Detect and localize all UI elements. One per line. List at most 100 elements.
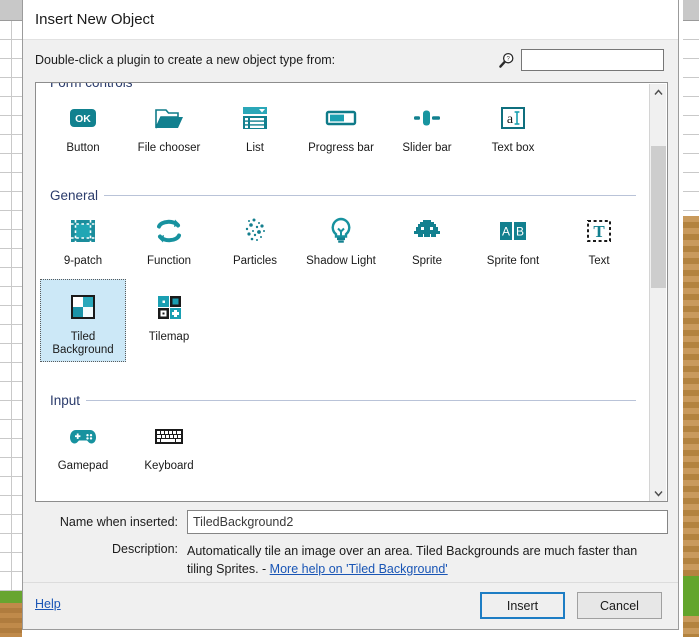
plugin-label: Button <box>66 142 100 154</box>
tilemap-icon <box>152 286 186 328</box>
plugin-item-sprite-font[interactable]: A B Sprite font <box>470 203 556 273</box>
list-dropdown-icon <box>238 97 272 139</box>
plugin-list-panel[interactable]: Form controls OK Button File chooser Lis… <box>35 82 668 502</box>
text-t-icon: T <box>582 210 616 252</box>
nine-patch-icon <box>66 210 100 252</box>
group-header-general: General <box>36 188 648 203</box>
plugin-label: Sprite <box>411 255 443 267</box>
plugin-label: 9-patch <box>63 255 103 267</box>
svg-text:A: A <box>502 225 510 239</box>
svg-text:T: T <box>593 222 605 241</box>
search-area: ? <box>498 49 664 71</box>
group-header-form-controls: Form controls <box>36 82 648 90</box>
plugin-label: Shadow Light <box>306 255 376 267</box>
group-form-controls: Form controls OK Button File chooser Lis… <box>36 82 648 160</box>
name-when-inserted-label: Name when inserted: <box>59 515 178 529</box>
plugin-label: Keyboard <box>144 460 194 472</box>
plugin-label: Tilemap <box>148 331 190 343</box>
description-text-block: Automatically tile an image over an area… <box>187 542 657 578</box>
particles-icon <box>238 210 272 252</box>
sprite-invader-icon <box>410 210 444 252</box>
plugin-label: Sprite font <box>486 255 540 267</box>
plugin-label: Tiled Background <box>52 331 114 356</box>
name-when-inserted-row: Name when inserted: <box>35 509 668 535</box>
group-divider <box>139 82 636 83</box>
plugin-list-scroll-content: Form controls OK Button File chooser Lis… <box>36 83 648 501</box>
plugin-item-keyboard[interactable]: Keyboard <box>126 408 212 478</box>
dialog-footer: Help Insert Cancel <box>23 582 678 629</box>
dialog-prompt: Double-click a plugin to create a new ob… <box>35 53 336 67</box>
name-when-inserted-input[interactable] <box>187 510 668 534</box>
plugin-item-text-box[interactable]: a Text box <box>470 90 556 160</box>
plugin-label: Progress bar <box>308 142 374 154</box>
plugin-item-9-patch[interactable]: 9-patch <box>40 203 126 273</box>
plugin-item-tilemap[interactable]: Tilemap <box>126 279 212 362</box>
plugin-row: 9-patch Function Particles Shadow Light … <box>36 203 648 273</box>
dialog-titlebar: Insert New Object <box>23 0 678 40</box>
group-title: Input <box>50 393 81 408</box>
group-general: General 9-patch Function Particles Shado… <box>36 188 648 362</box>
plugin-label: Particles <box>232 255 278 267</box>
editor-green-strip-left <box>0 591 22 603</box>
scrollbar-thumb[interactable] <box>651 146 666 288</box>
lightbulb-icon <box>324 210 358 252</box>
slider-bar-icon <box>410 97 444 139</box>
plugin-item-function[interactable]: Function <box>126 203 212 273</box>
plugin-item-gamepad[interactable]: Gamepad <box>40 408 126 478</box>
insert-new-object-dialog: Insert New Object Double-click a plugin … <box>22 0 679 630</box>
insert-button[interactable]: Insert <box>480 592 565 619</box>
plugin-item-file-chooser[interactable]: File chooser <box>126 90 212 160</box>
plugin-item-slider-bar[interactable]: Slider bar <box>384 90 470 160</box>
ruler-corner-right <box>683 0 699 21</box>
folder-open-icon <box>152 97 186 139</box>
plugin-label: Gamepad <box>57 460 109 472</box>
search-help-icon: ? <box>498 52 515 69</box>
gamepad-icon <box>66 415 100 457</box>
tiled-background-icon <box>66 286 100 328</box>
plugin-label: Function <box>146 255 192 267</box>
editor-green-strip-right <box>683 576 699 616</box>
group-header-input: Input <box>36 393 648 408</box>
plugin-item-list[interactable]: List <box>212 90 298 160</box>
plugin-item-button[interactable]: OK Button <box>40 90 126 160</box>
group-title: General <box>50 188 99 203</box>
plugin-item-progress-bar[interactable]: Progress bar <box>298 90 384 160</box>
plugin-label: Slider bar <box>402 142 452 154</box>
scroll-up-button[interactable] <box>650 84 667 101</box>
cancel-button[interactable]: Cancel <box>577 592 662 619</box>
sprite-font-ab-icon: A B <box>496 210 530 252</box>
plugin-list-scrollbar[interactable] <box>649 84 667 501</box>
text-box-icon: a <box>496 97 530 139</box>
plugin-row: Tiled Background Tilemap <box>36 279 648 362</box>
plugin-item-sprite[interactable]: Sprite <box>384 203 470 273</box>
editor-grid-right <box>683 21 699 216</box>
more-help-link[interactable]: More help on 'Tiled Background' <box>270 562 448 576</box>
plugin-label: Text box <box>491 142 535 154</box>
ok-button-icon: OK <box>66 97 100 139</box>
dialog-subheader: Double-click a plugin to create a new ob… <box>23 40 678 80</box>
plugin-item-text[interactable]: T Text <box>556 203 642 273</box>
keyboard-icon <box>152 415 186 457</box>
group-title: Form controls <box>50 82 133 90</box>
description-label: Description: <box>112 542 178 556</box>
help-link[interactable]: Help <box>35 597 61 611</box>
plugin-row: OK Button File chooser List Progress bar… <box>36 90 648 160</box>
plugin-item-shadow-light[interactable]: Shadow Light <box>298 203 384 273</box>
function-arrows-icon <box>152 210 186 252</box>
scroll-down-button[interactable] <box>650 485 667 501</box>
group-divider <box>104 195 636 196</box>
group-divider <box>86 400 636 401</box>
editor-wood-strip-right-lower <box>683 616 699 637</box>
svg-text:B: B <box>516 225 524 239</box>
editor-wood-strip-left <box>0 603 22 637</box>
plugin-item-particles[interactable]: Particles <box>212 203 298 273</box>
plugin-row: Gamepad Keyboard <box>36 408 648 478</box>
editor-grid-left <box>0 21 23 591</box>
plugin-item-tiled-background[interactable]: Tiled Background <box>40 279 126 362</box>
plugin-label: Text <box>588 255 610 267</box>
group-input: Input Gamepad Keyboard <box>36 393 648 478</box>
search-input[interactable] <box>521 49 664 71</box>
description-row: Description: Automatically tile an image… <box>35 542 668 578</box>
ruler-corner-left <box>0 0 23 21</box>
plugin-label: List <box>246 142 264 154</box>
